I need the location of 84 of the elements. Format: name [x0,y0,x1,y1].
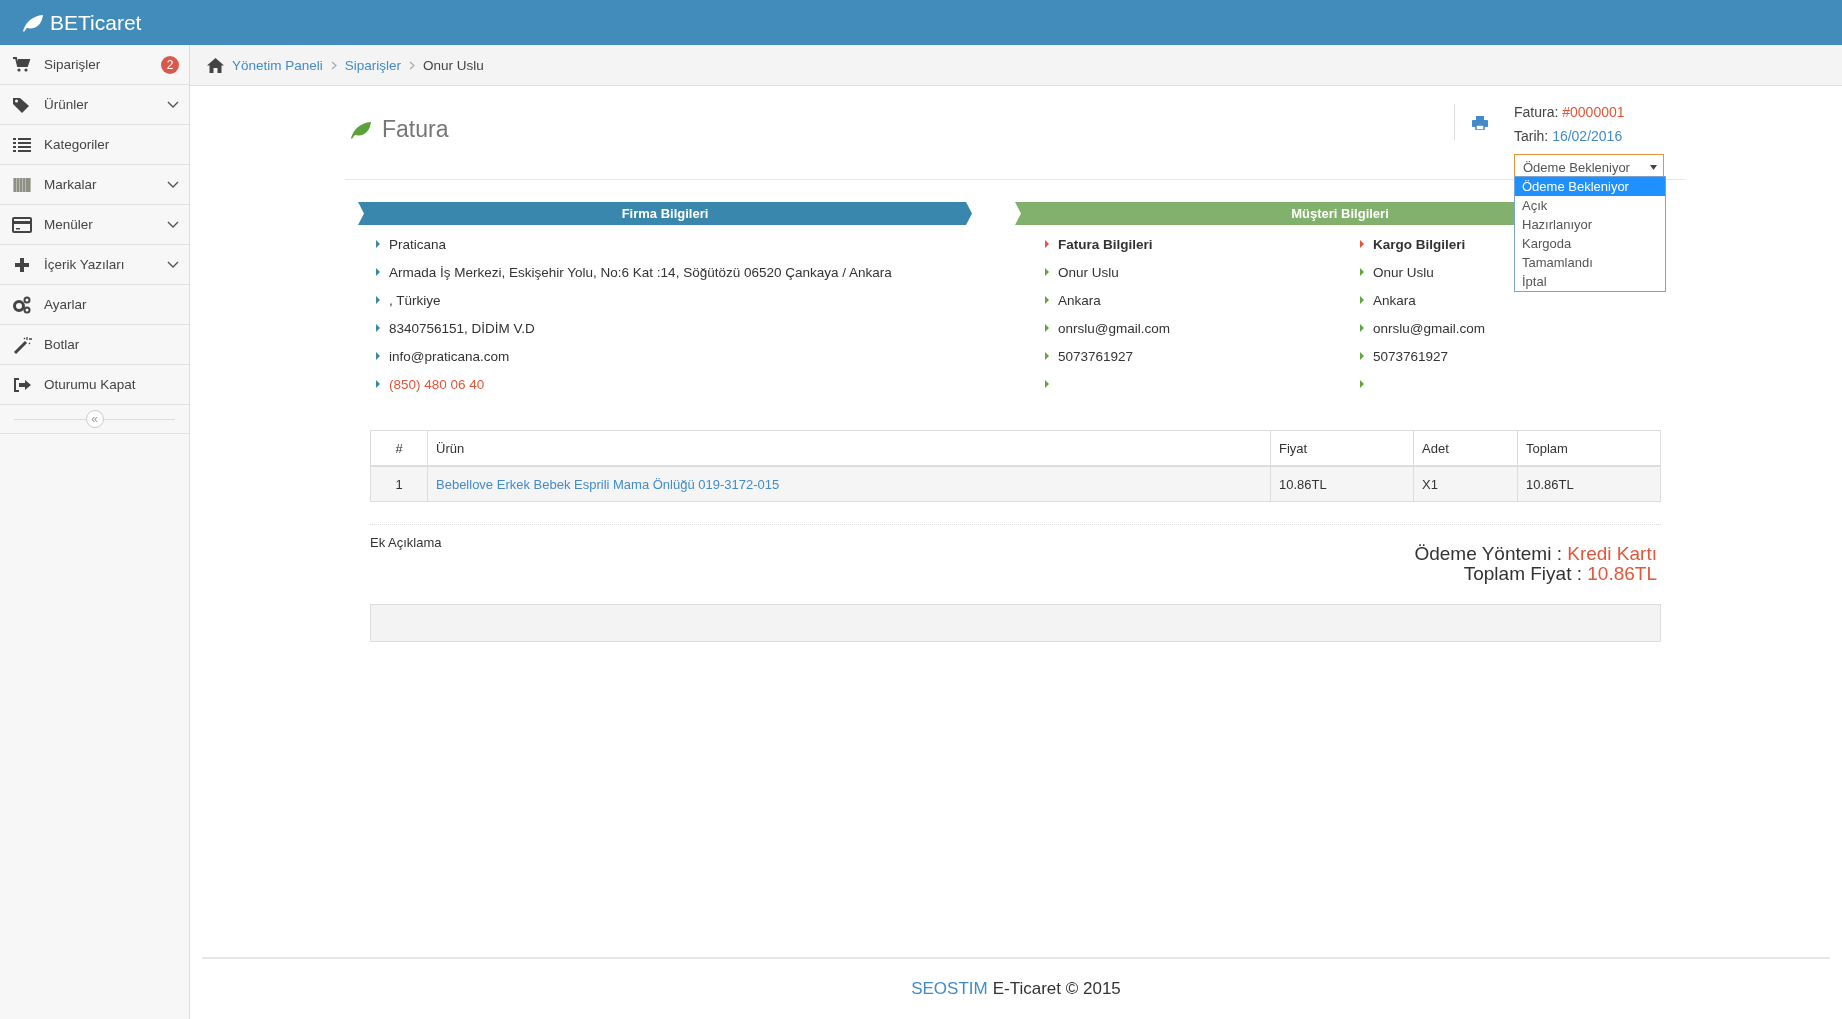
footer-text: SEOSTIM E-Ticaret © 2015 [202,957,1830,1019]
summary-line: Ödeme Yöntemi : Kredi Kartı [1414,544,1657,564]
info-line: info@praticana.com [389,348,510,364]
sidebar-item[interactable]: Kategoriler [0,125,189,165]
page-title: Fatura [382,116,449,143]
bullet-icon [376,352,380,360]
bullet-icon [1360,268,1364,276]
sidebar-item[interactable]: Menüler [0,205,189,245]
bullet-icon [1360,324,1364,332]
gears-icon [12,294,32,315]
leaf-icon [350,120,372,139]
sidebar-item[interactable]: Siparişler 2 [0,45,189,85]
invoice-number: Fatura: #0000001 [1514,104,1626,122]
invoice-date: Tarih: 16/02/2016 [1514,128,1624,146]
info-line: 8340756151, DİDİM V.D [389,320,535,336]
sidebar-label: Oturumu Kapat [44,377,137,392]
info-line: onrslu@gmail.com [1058,320,1170,336]
dropdown-option[interactable]: Kargoda [1515,234,1665,253]
card-icon [12,214,32,235]
bullet-icon [1045,324,1049,332]
table-cell: X1 [1413,466,1518,502]
bullet-icon [1045,380,1049,388]
sidebar-item[interactable]: İçerik Yazıları [0,245,189,285]
sidebar-item[interactable]: Ürünler [0,85,189,125]
bullet-icon [1360,380,1364,388]
info-line: , Türkiye [389,292,441,308]
info-line: (850) 480 06 40 [389,376,485,392]
breadcrumb-link[interactable]: Onur Uslu [423,57,484,73]
chevron-down-icon [167,100,179,109]
dropdown-option[interactable]: Tamamlandı [1515,253,1665,272]
sidebar-label: Ayarlar [44,297,88,312]
info-line: 5073761927 [1058,348,1134,364]
chevron-down-icon [167,260,179,269]
sidebar-label: Kategoriler [44,137,111,152]
chevron-right-icon [330,60,337,70]
column-heading: Fatura Bilgileri [1058,236,1153,252]
bullet-icon [1360,296,1364,304]
info-line: 5073761927 [1373,348,1449,364]
sidebar-item[interactable]: Botlar [0,325,189,365]
note-label: Ek Açıklama [370,535,442,552]
info-line: Ankara [1373,292,1416,308]
section-banner: Firma Bilgileri [358,202,972,225]
chevron-right-icon [409,60,416,70]
wand-icon [12,334,32,355]
sidebar-item[interactable]: Ayarlar [0,285,189,325]
info-line: Praticana [389,236,447,252]
bullet-icon [376,240,380,248]
table-cell: 1 [370,466,428,502]
caret-icon [1650,164,1657,170]
column-heading: Kargo Bilgileri [1373,236,1466,252]
bullet-icon [1360,240,1364,248]
info-line: Onur Uslu [1373,264,1434,280]
bullet-icon [1045,268,1049,276]
bullet-icon [376,268,380,276]
bullet-icon [1045,296,1049,304]
bullet-icon [376,296,380,304]
info-line: Armada İş Merkezi, Eskişehir Yolu, No:6 Kat :14, Söğütözü 06520 Çankaya / Ankara [389,264,892,280]
info-line: onrslu@gmail.com [1373,320,1485,336]
bullet-icon [1045,240,1049,248]
bullet-icon [1045,352,1049,360]
home-icon [207,57,224,73]
sidebar-label: İçerik Yazıları [44,257,126,272]
app-logo[interactable]: BETicaret [50,10,142,35]
info-line: Ankara [1058,292,1101,308]
print-icon[interactable] [1472,116,1488,130]
sidebar-item[interactable]: Oturumu Kapat [0,365,189,405]
sidebar-label: Ürünler [44,97,90,112]
sidebar-label: Menüler [44,217,94,232]
bullet-icon [376,380,380,388]
sidebar-label: Markalar [44,177,98,192]
count-badge: 2 [161,55,179,74]
table-cell: 10.86TL [1270,466,1414,502]
dropdown-option[interactable]: İptal [1515,272,1665,291]
table-cell: 10.86TL [1517,466,1661,502]
sidebar-label: Siparişler [44,57,102,72]
bullet-icon [376,324,380,332]
chevron-down-icon [167,220,179,229]
sidebar-item[interactable]: Markalar [0,165,189,205]
summary-line: Toplam Fiyat : 10.86TL [1462,564,1657,584]
leaf-icon [22,13,44,32]
sidebar-label: Botlar [44,337,81,352]
chevron-down-icon [167,180,179,189]
info-line: Onur Uslu [1058,264,1119,280]
bullet-icon [1360,352,1364,360]
